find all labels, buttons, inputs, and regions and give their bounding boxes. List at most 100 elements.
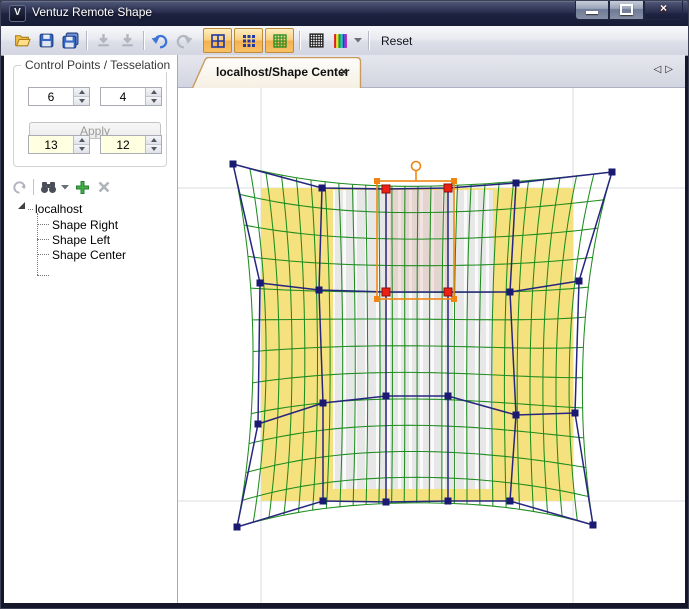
undo-button[interactable]	[148, 29, 172, 52]
minimize-button[interactable]	[575, 0, 609, 20]
tesselation-v-spinner	[100, 135, 162, 154]
control-point[interactable]	[319, 185, 326, 192]
grid-points-icon	[241, 33, 257, 49]
control-point[interactable]	[445, 393, 452, 400]
grid-bw-icon	[308, 32, 325, 49]
selection-handle[interactable]	[451, 178, 457, 184]
add-icon	[75, 180, 90, 195]
groupbox-label: Control Points / Tesselation	[21, 58, 174, 72]
import-button[interactable]	[91, 29, 115, 52]
rotate-handle[interactable]	[412, 162, 421, 171]
control-points-u-spinner	[28, 87, 90, 106]
save-button[interactable]	[34, 29, 58, 52]
control-point[interactable]	[590, 522, 597, 529]
control-point[interactable]	[572, 410, 579, 417]
color-bars-button[interactable]	[328, 29, 352, 52]
control-points-groupbox: Control Points / Tesselation Apply	[13, 65, 167, 167]
refresh-button[interactable]	[8, 177, 30, 197]
grid-points-toggle[interactable]	[234, 28, 263, 53]
spin-down-button[interactable]	[74, 144, 89, 153]
grid-coarse-toggle[interactable]	[203, 28, 232, 53]
tab-label: localhost/Shape Center	[216, 65, 349, 79]
import-all-icon	[119, 32, 136, 49]
tab-strip: localhost/Shape Center × ◁▷	[178, 55, 685, 88]
expander-icon[interactable]	[18, 202, 25, 209]
control-point[interactable]	[230, 161, 237, 168]
grid-fine-toggle[interactable]	[265, 28, 294, 53]
reset-button[interactable]: Reset	[373, 31, 420, 51]
control-point[interactable]	[507, 498, 514, 505]
selected-control-point[interactable]	[382, 185, 390, 193]
grid-fine-icon	[272, 33, 288, 49]
control-point[interactable]	[255, 421, 262, 428]
control-point[interactable]	[320, 400, 327, 407]
shape-canvas[interactable]	[178, 88, 685, 603]
save-all-icon	[62, 32, 79, 49]
tesselation-u-spinner	[28, 135, 90, 154]
find-dropdown[interactable]	[59, 177, 71, 197]
tree-item-shape-left[interactable]: Shape Left	[52, 233, 110, 247]
tab-close-icon[interactable]: ×	[340, 64, 348, 79]
selected-control-point[interactable]	[382, 288, 390, 296]
color-bars-dropdown[interactable]	[352, 29, 364, 52]
refresh-icon	[12, 180, 27, 195]
tab-shape-center[interactable]: localhost/Shape Center ×	[192, 57, 362, 88]
delete-icon	[97, 180, 111, 194]
main-area: localhost/Shape Center × ◁▷	[178, 55, 685, 603]
control-point[interactable]	[576, 278, 583, 285]
control-point[interactable]	[445, 498, 452, 505]
add-shape-button[interactable]	[71, 177, 93, 197]
selection-handle[interactable]	[374, 178, 380, 184]
selection-handle[interactable]	[451, 296, 457, 302]
redo-icon	[175, 32, 193, 50]
selection-handle[interactable]	[374, 296, 380, 302]
color-bars-icon	[333, 33, 348, 49]
import-icon	[95, 32, 112, 49]
control-point[interactable]	[316, 287, 323, 294]
control-points-u-input[interactable]	[29, 88, 73, 105]
spin-up-button[interactable]	[146, 88, 161, 96]
spin-down-button[interactable]	[146, 144, 161, 153]
tab-scroll-right-icon[interactable]: ▷	[665, 64, 677, 75]
delete-shape-button[interactable]	[93, 177, 115, 197]
open-folder-icon	[14, 32, 31, 49]
import-all-button[interactable]	[115, 29, 139, 52]
dropdown-caret-icon	[61, 185, 69, 190]
titlebar[interactable]: V Ventuz Remote Shape ×	[0, 0, 689, 26]
grid-bw-button[interactable]	[304, 29, 328, 52]
control-point[interactable]	[234, 524, 241, 531]
tree-item-shape-center[interactable]: Shape Center	[52, 248, 126, 262]
window-title: Ventuz Remote Shape	[32, 5, 152, 19]
selected-control-point[interactable]	[444, 288, 452, 296]
control-point[interactable]	[513, 180, 520, 187]
save-all-button[interactable]	[58, 29, 82, 52]
selected-control-point[interactable]	[444, 184, 452, 192]
control-point[interactable]	[257, 280, 264, 287]
control-point[interactable]	[383, 393, 390, 400]
binoculars-icon	[40, 180, 57, 195]
spin-up-button[interactable]	[146, 136, 161, 144]
spin-down-button[interactable]	[146, 96, 161, 105]
tree-toolbar	[4, 176, 178, 198]
tree-item-shape-right[interactable]: Shape Right	[52, 218, 118, 232]
control-point[interactable]	[383, 499, 390, 506]
tab-scroll-left-icon[interactable]: ◁	[654, 64, 666, 75]
tree-item-localhost[interactable]: localhost	[35, 202, 82, 216]
find-button[interactable]	[37, 177, 59, 197]
spin-down-button[interactable]	[74, 96, 89, 105]
close-button[interactable]: ×	[644, 0, 683, 20]
spin-up-button[interactable]	[74, 136, 89, 144]
control-point[interactable]	[609, 169, 616, 176]
tesselation-v-input[interactable]	[101, 136, 145, 153]
dropdown-caret-icon	[354, 38, 362, 43]
redo-button[interactable]	[172, 29, 196, 52]
spin-up-button[interactable]	[74, 88, 89, 96]
maximize-button[interactable]	[609, 0, 644, 20]
open-folder-button[interactable]	[10, 29, 34, 52]
control-points-v-input[interactable]	[101, 88, 145, 105]
app-icon: V	[9, 5, 26, 22]
control-point[interactable]	[507, 289, 514, 296]
tesselation-u-input[interactable]	[29, 136, 73, 153]
control-point[interactable]	[513, 412, 520, 419]
control-point[interactable]	[320, 498, 327, 505]
